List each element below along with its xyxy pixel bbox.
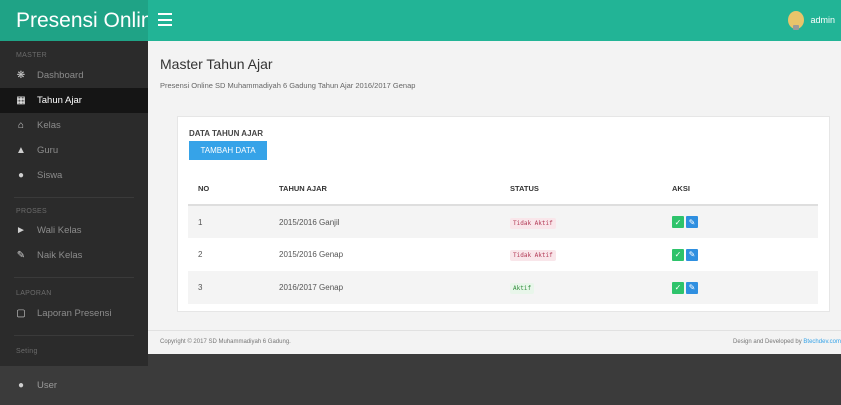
sidebar-item-label: Dashboard xyxy=(37,70,84,81)
page-subtitle: Presensi Online SD Muhammadiyah 6 Gadung… xyxy=(160,81,416,90)
main-content: Master Tahun Ajar Presensi Online SD Muh… xyxy=(148,41,841,354)
user-icon: ● xyxy=(17,170,25,181)
top-bar: admin xyxy=(148,0,841,41)
section-label-laporan: LAPORAN xyxy=(16,290,52,297)
credit-text: Design and Developed by Btechdev.com xyxy=(733,339,841,345)
table-row: 3 2016/2017 Genap Aktif ✓ ✎ xyxy=(188,271,818,304)
pencil-icon[interactable]: ✎ xyxy=(686,281,698,294)
data-table: NO TAHUN AJAR STATUS AKSI 1 2015/2016 Ga… xyxy=(188,172,818,304)
table-row: 2 2015/2016 Genap Tidak Aktif ✓ ✎ xyxy=(188,238,818,271)
row-number: 3 xyxy=(188,271,279,304)
section-label-master: MASTER xyxy=(16,52,47,59)
section-label-seting: Seting xyxy=(16,348,38,355)
card-title: DATA TAHUN AJAR xyxy=(189,129,264,138)
avatar xyxy=(788,11,805,30)
activate-icon[interactable]: ✓ xyxy=(672,248,684,261)
row-actions: ✓ ✎ xyxy=(672,238,818,271)
sidebar-item-tahun-ajar[interactable]: ▦ Tahun Ajar xyxy=(0,88,148,113)
sidebar-item-kelas[interactable]: ⌂ Kelas xyxy=(0,113,148,138)
status-badge: Aktif xyxy=(510,283,535,294)
home-icon: ⌂ xyxy=(17,120,25,131)
dashboard-icon: ❋ xyxy=(16,70,26,81)
credit-prefix: Design and Developed by xyxy=(733,339,804,345)
row-actions: ✓ ✎ xyxy=(672,205,818,238)
sidebar-bottom: ● User xyxy=(0,366,841,405)
activate-icon[interactable]: ✓ xyxy=(672,216,684,228)
row-tahun-ajar: 2016/2017 Genap xyxy=(279,271,510,304)
row-number: 1 xyxy=(188,205,279,238)
data-card: DATA TAHUN AJAR TAMBAH DATA NO TAHUN AJA… xyxy=(177,116,830,312)
status-badge: Tidak Aktif xyxy=(510,217,556,229)
row-status-cell: Tidak Aktif xyxy=(510,205,672,238)
sidebar-item-label: Guru xyxy=(37,145,59,156)
app-title[interactable]: Presensi Online xyxy=(0,0,164,41)
table-row: 1 2015/2016 Ganjil Tidak Aktif ✓ ✎ xyxy=(188,205,818,238)
user-icon: ● xyxy=(17,380,25,391)
sidebar-item-label: User xyxy=(37,380,58,391)
row-status-cell: Aktif xyxy=(510,271,672,304)
user-name: admin xyxy=(810,15,835,25)
status-badge: Tidak Aktif xyxy=(510,250,556,261)
sidebar-item-guru[interactable]: ▲ Guru xyxy=(0,138,148,163)
graduation-cap-icon: ▲ xyxy=(16,145,26,156)
column-header-aksi[interactable]: AKSI xyxy=(672,172,818,206)
row-tahun-ajar: 2015/2016 Genap xyxy=(279,250,344,259)
page-title: Master Tahun Ajar xyxy=(160,56,273,72)
column-header-tahun-ajar[interactable]: TAHUN AJAR xyxy=(279,172,510,206)
activate-icon[interactable]: ✓ xyxy=(672,281,684,294)
sidebar-item-label: Siswa xyxy=(37,170,63,181)
section-label-proses: PROSES xyxy=(16,208,47,215)
sidebar-item-user[interactable]: ● User xyxy=(0,373,57,398)
table-header-row: NO TAHUN AJAR STATUS AKSI xyxy=(188,172,818,206)
sidebar-item-label: Laporan Presensi xyxy=(37,308,112,319)
sidebar-item-siswa[interactable]: ● Siswa xyxy=(0,163,148,188)
footer: Copyright © 2017 SD Muhammadiyah 6 Gadun… xyxy=(148,330,841,354)
row-status-cell: Tidak Aktif xyxy=(510,238,672,271)
calendar-icon: ▦ xyxy=(16,95,26,106)
credit-link[interactable]: Btechdev.com xyxy=(803,339,841,345)
copyright-text: Copyright © 2017 SD Muhammadiyah 6 Gadun… xyxy=(160,339,291,345)
sidebar-item-label: Kelas xyxy=(37,120,61,131)
column-header-no[interactable]: NO xyxy=(188,172,279,206)
user-menu[interactable]: admin xyxy=(788,11,835,30)
pencil-icon[interactable]: ✎ xyxy=(686,216,698,228)
volume-icon: ► xyxy=(16,225,26,236)
sidebar-item-wali-kelas[interactable]: ► Wali Kelas xyxy=(0,218,148,243)
row-tahun-ajar: 2015/2016 Ganjil xyxy=(279,205,510,238)
edit-icon: ✎ xyxy=(16,250,26,261)
sidebar-item-dashboard[interactable]: ❋ Dashboard xyxy=(0,63,148,88)
sidebar: MASTER ❋ Dashboard ▦ Tahun Ajar ⌂ Kelas … xyxy=(0,41,148,366)
sidebar-item-naik-kelas[interactable]: ✎ Naik Kelas xyxy=(0,243,148,268)
sidebar-item-label: Wali Kelas xyxy=(37,225,82,236)
pencil-icon[interactable]: ✎ xyxy=(686,248,698,261)
column-header-status[interactable]: STATUS xyxy=(510,172,672,206)
file-icon: ▢ xyxy=(16,308,26,319)
row-actions: ✓ ✎ xyxy=(672,271,818,304)
sidebar-item-label: Naik Kelas xyxy=(37,250,83,261)
sidebar-item-label: Tahun Ajar xyxy=(37,95,82,106)
sidebar-item-laporan-presensi[interactable]: ▢ Laporan Presensi xyxy=(0,301,148,326)
add-data-button[interactable]: TAMBAH DATA xyxy=(189,141,267,160)
hamburger-icon[interactable] xyxy=(158,13,172,26)
row-number: 2 xyxy=(198,250,203,259)
